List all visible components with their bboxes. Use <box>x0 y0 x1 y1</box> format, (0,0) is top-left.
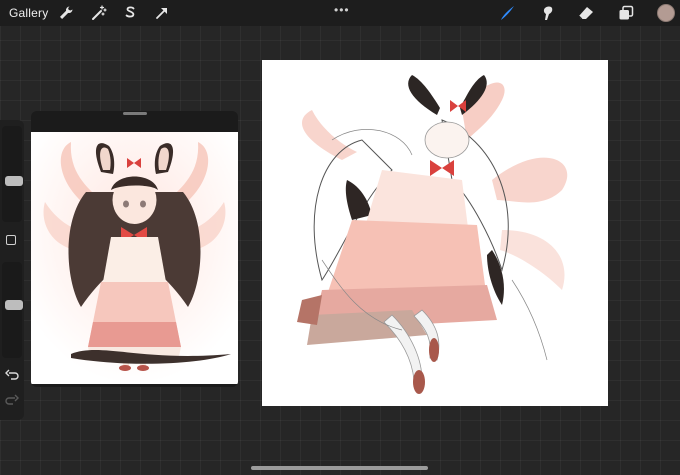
gallery-button[interactable]: Gallery <box>9 6 48 20</box>
eraser-icon[interactable] <box>577 4 595 22</box>
magic-wand-icon[interactable] <box>90 4 108 22</box>
brush-size-thumb[interactable] <box>5 176 23 186</box>
transform-arrow-icon[interactable] <box>153 4 171 22</box>
top-toolbar: Gallery ••• <box>0 0 680 26</box>
opacity-slider[interactable] <box>2 262 23 358</box>
undo-icon[interactable] <box>5 368 19 382</box>
color-swatch[interactable] <box>657 4 675 22</box>
square-modify-icon[interactable] <box>6 235 16 245</box>
brush-icon[interactable] <box>498 4 516 22</box>
layers-icon[interactable] <box>617 4 635 22</box>
home-indicator <box>251 466 428 470</box>
wrench-icon[interactable] <box>57 4 75 22</box>
redo-icon[interactable] <box>5 393 19 407</box>
reference-window[interactable] <box>31 111 238 387</box>
drawing-canvas[interactable] <box>262 60 608 406</box>
reference-drag-handle[interactable] <box>123 112 147 115</box>
smudge-icon[interactable] <box>538 4 556 22</box>
opacity-thumb[interactable] <box>5 300 23 310</box>
more-options-icon[interactable]: ••• <box>334 3 350 17</box>
selection-s-icon[interactable] <box>121 4 139 22</box>
reference-image <box>31 132 238 384</box>
brush-size-slider[interactable] <box>2 126 23 222</box>
left-sidebar <box>0 120 24 420</box>
